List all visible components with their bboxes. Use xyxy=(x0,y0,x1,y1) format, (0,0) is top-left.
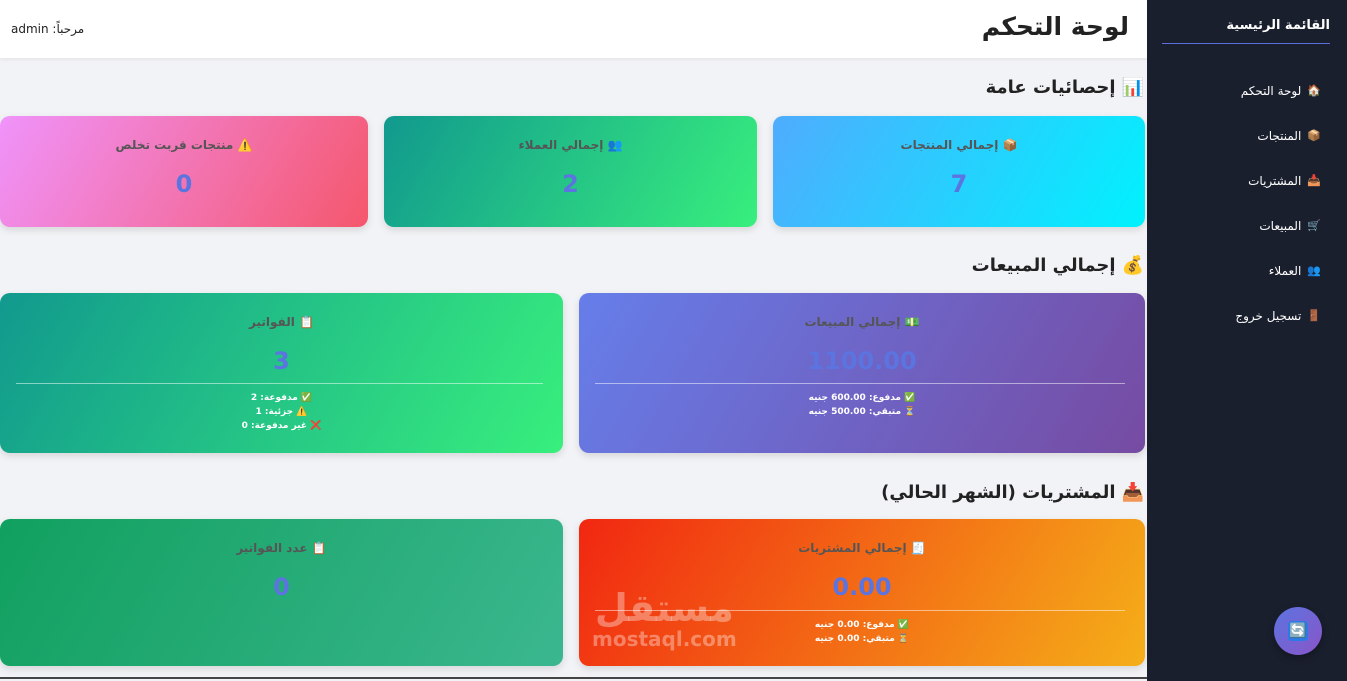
card-label: ⚠️ منتجات قربت تخلص xyxy=(115,138,253,152)
sidebar-item-label: العملاء xyxy=(1268,263,1302,278)
sidebar-item-logout[interactable]: 🚪 تسجيل خروج xyxy=(1161,293,1321,338)
section-title-purchases: 📥 المشتريات (الشهر الحالي) xyxy=(881,482,1144,503)
sidebar-item-products[interactable]: 📦 المنتجات xyxy=(1161,113,1321,158)
card-value: 2 xyxy=(562,170,579,198)
card-total-sales: 💵 إجمالي المبيعات 1100.00 ✅ مدفوع: 600.0… xyxy=(579,293,1145,453)
card-divider xyxy=(16,383,543,384)
refresh-button[interactable]: 🔄 xyxy=(1274,607,1322,655)
warning-icon: ⚠️ xyxy=(237,138,253,152)
card-label: 📋 الفواتير xyxy=(249,315,314,329)
unpaid-invoices: ❌ غير مدفوعة: 0 xyxy=(241,421,322,431)
section-title-text: إحصائيات عامة xyxy=(985,77,1116,98)
paid-invoices: ✅ مدفوعة: 2 xyxy=(250,393,313,403)
section-title-text: إجمالي المبيعات xyxy=(971,255,1116,276)
package-icon: 📦 xyxy=(1002,138,1018,152)
sidebar: القائمة الرئيسية 🏠 لوحة التحكم 📦 المنتجا… xyxy=(1147,0,1347,681)
welcome-text: مرحباً: admin xyxy=(11,22,85,36)
card-sales-invoices: 📋 الفواتير 3 ✅ مدفوعة: 2 ⚠️ جزئية: 1 ❌ غ… xyxy=(0,293,563,453)
card-label: 📦 إجمالي المنتجات xyxy=(900,138,1018,152)
money-icon: 💵 xyxy=(904,315,920,329)
sidebar-item-label: المبيعات xyxy=(1259,218,1302,233)
paid-amount: ✅ مدفوع: 600.00 جنيه xyxy=(808,393,916,403)
card-value: 0 xyxy=(175,170,193,198)
top-bar: لوحة التحكم مرحباً: admin xyxy=(0,0,1147,58)
watermark: مستقل mostaql.com xyxy=(592,588,737,650)
home-icon: 🏠 xyxy=(1307,84,1321,97)
remaining-amount: ⏳ متبقي: 500.00 جنيه xyxy=(808,407,916,417)
users-icon: 👥 xyxy=(607,138,623,152)
watermark-url: mostaql.com xyxy=(592,627,737,651)
card-label: 👥 إجمالي العملاء xyxy=(518,138,623,152)
card-total-products: 📦 إجمالي المنتجات 7 xyxy=(773,116,1145,227)
watermark-arabic: مستقل xyxy=(594,586,734,630)
bar-chart-icon: 📊 xyxy=(1121,77,1144,98)
sidebar-item-sales[interactable]: 🛒 المبيعات xyxy=(1161,203,1321,248)
card-purchase-invoices: 📋 عدد الفواتير 0 xyxy=(0,519,563,666)
card-divider xyxy=(595,383,1125,384)
card-label: 📋 عدد الفواتير xyxy=(236,541,327,555)
sidebar-nav: 🏠 لوحة التحكم 📦 المنتجات 📥 المشتريات 🛒 ا… xyxy=(1161,68,1321,338)
card-value: 0 xyxy=(273,573,290,601)
card-label: 🧾 إجمالي المشتريات xyxy=(798,541,926,555)
bottom-divider xyxy=(0,677,1147,679)
card-low-stock: ⚠️ منتجات قربت تخلص 0 xyxy=(0,116,368,227)
sidebar-item-customers[interactable]: 👥 العملاء xyxy=(1161,248,1321,293)
sidebar-item-dashboard[interactable]: 🏠 لوحة التحكم xyxy=(1161,68,1321,113)
door-icon: 🚪 xyxy=(1307,309,1321,322)
sidebar-title: القائمة الرئيسية xyxy=(1162,10,1330,44)
section-title-text: المشتريات (الشهر الحالي) xyxy=(881,482,1116,503)
users-icon: 👥 xyxy=(1307,264,1321,277)
card-label: 💵 إجمالي المبيعات xyxy=(804,315,920,329)
clipboard-icon: 📋 xyxy=(311,541,327,555)
card-total-customers: 👥 إجمالي العملاء 2 xyxy=(384,116,757,227)
sidebar-item-label: المشتريات xyxy=(1248,173,1302,188)
refresh-icon: 🔄 xyxy=(1288,621,1308,641)
package-icon: 📦 xyxy=(1307,129,1321,142)
receipt-icon: 🧾 xyxy=(910,541,926,555)
inbox-tray-icon: 📥 xyxy=(1121,482,1144,503)
card-value: 7 xyxy=(950,170,968,198)
clipboard-icon: 📋 xyxy=(299,315,314,329)
card-value: 3 xyxy=(273,347,290,375)
inbox-tray-icon: 📥 xyxy=(1307,174,1321,187)
cart-icon: 🛒 xyxy=(1307,219,1321,232)
money-bag-icon: 💰 xyxy=(1121,255,1144,276)
partial-invoices: ⚠️ جزئية: 1 xyxy=(255,407,308,417)
sidebar-item-label: تسجيل خروج xyxy=(1235,308,1302,323)
page-title: لوحة التحكم xyxy=(981,12,1129,41)
sidebar-item-label: لوحة التحكم xyxy=(1240,83,1302,98)
sidebar-item-label: المنتجات xyxy=(1257,128,1302,143)
section-title-sales: 💰 إجمالي المبيعات xyxy=(972,255,1144,276)
section-title-stats: 📊 إحصائيات عامة xyxy=(986,77,1144,98)
card-value: 1100.00 xyxy=(807,347,917,375)
sidebar-item-purchases[interactable]: 📥 المشتريات xyxy=(1161,158,1321,203)
